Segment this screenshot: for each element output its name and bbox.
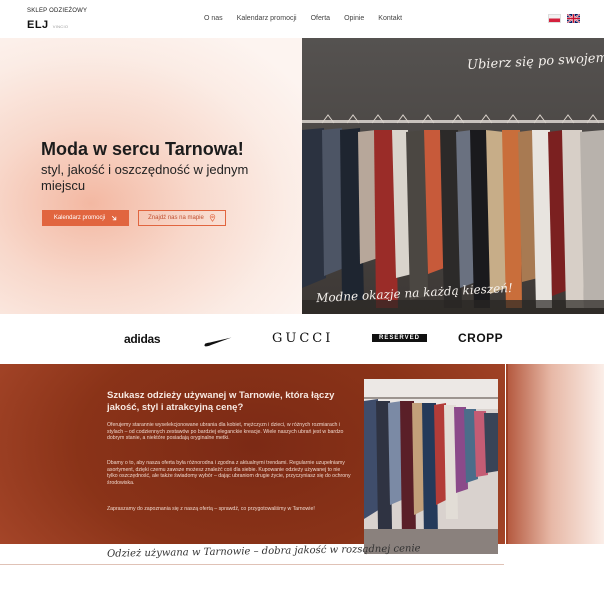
calendar-button[interactable]: Kalendarz promocji [42, 210, 129, 226]
nav-item-offer[interactable]: Oferta [311, 15, 330, 22]
hero-section: Moda w sercu Tarnowa! styl, jakość i osz… [0, 38, 604, 314]
clothing-rack-image [302, 38, 604, 314]
hero-title: Moda w sercu Tarnowa! [41, 139, 244, 159]
main-nav: O nas Kalendarz promocji Oferta Opinie K… [204, 15, 402, 22]
pl-flag-icon[interactable] [548, 14, 561, 23]
cropp-logo: CROPP [458, 331, 504, 345]
adidas-logo: adidas [124, 332, 161, 346]
find-on-map-label: Znajdź nas na mapie [148, 215, 204, 221]
nav-item-calendar[interactable]: Kalendarz promocji [237, 15, 297, 22]
info-side-gradient [508, 364, 604, 544]
logo-main-text: ELJ [27, 19, 49, 31]
info-paragraph-2: Dbamy o to, aby nasza oferta była różnor… [107, 460, 351, 486]
find-on-map-button[interactable]: Znajdź nas na mapie [138, 210, 226, 226]
arrow-down-right-icon [112, 215, 117, 221]
nike-logo-icon [204, 334, 232, 352]
calendar-button-label: Kalendarz promocji [53, 215, 106, 221]
gucci-logo: GUCCI [272, 331, 334, 346]
nav-item-about[interactable]: O nas [204, 15, 223, 22]
info-section: Szukasz odzieży używanej w Tarnowie, któ… [0, 364, 604, 604]
info-paragraph-1: Oferujemy starannie wyselekcjonowane ubr… [107, 422, 344, 442]
site-header: SKLEP ODZIEŻOWY ELJ VINCIO O nas Kalendar… [0, 0, 604, 38]
shop-interior-photo [364, 379, 498, 554]
hero-photo-clothing-rack: Ubierz się po swojemu! Modne okazje na k… [302, 38, 604, 314]
language-switcher [548, 14, 580, 23]
map-pin-icon [209, 214, 216, 222]
info-divider [0, 564, 504, 565]
reserved-logo: RESERVED [372, 334, 427, 342]
uk-flag-icon[interactable] [567, 14, 580, 23]
hero-subtitle: styl, jakość i oszczędność w jednym miej… [41, 162, 249, 193]
nav-item-reviews[interactable]: Opinie [344, 15, 364, 22]
info-paragraph-3: Zapraszamy do zapoznania się z naszą ofe… [107, 506, 315, 512]
logo-sub-text: VINCIO [52, 24, 69, 29]
nav-item-contact[interactable]: Kontakt [378, 15, 402, 22]
info-title: Szukasz odzieży używanej w Tarnowie, któ… [107, 390, 335, 413]
logo[interactable]: SKLEP ODZIEŻOWY ELJ VINCIO [27, 8, 87, 33]
logo-top-text: SKLEP ODZIEŻOWY [27, 8, 88, 14]
hero-text-panel: Moda w sercu Tarnowa! styl, jakość i osz… [0, 38, 302, 314]
